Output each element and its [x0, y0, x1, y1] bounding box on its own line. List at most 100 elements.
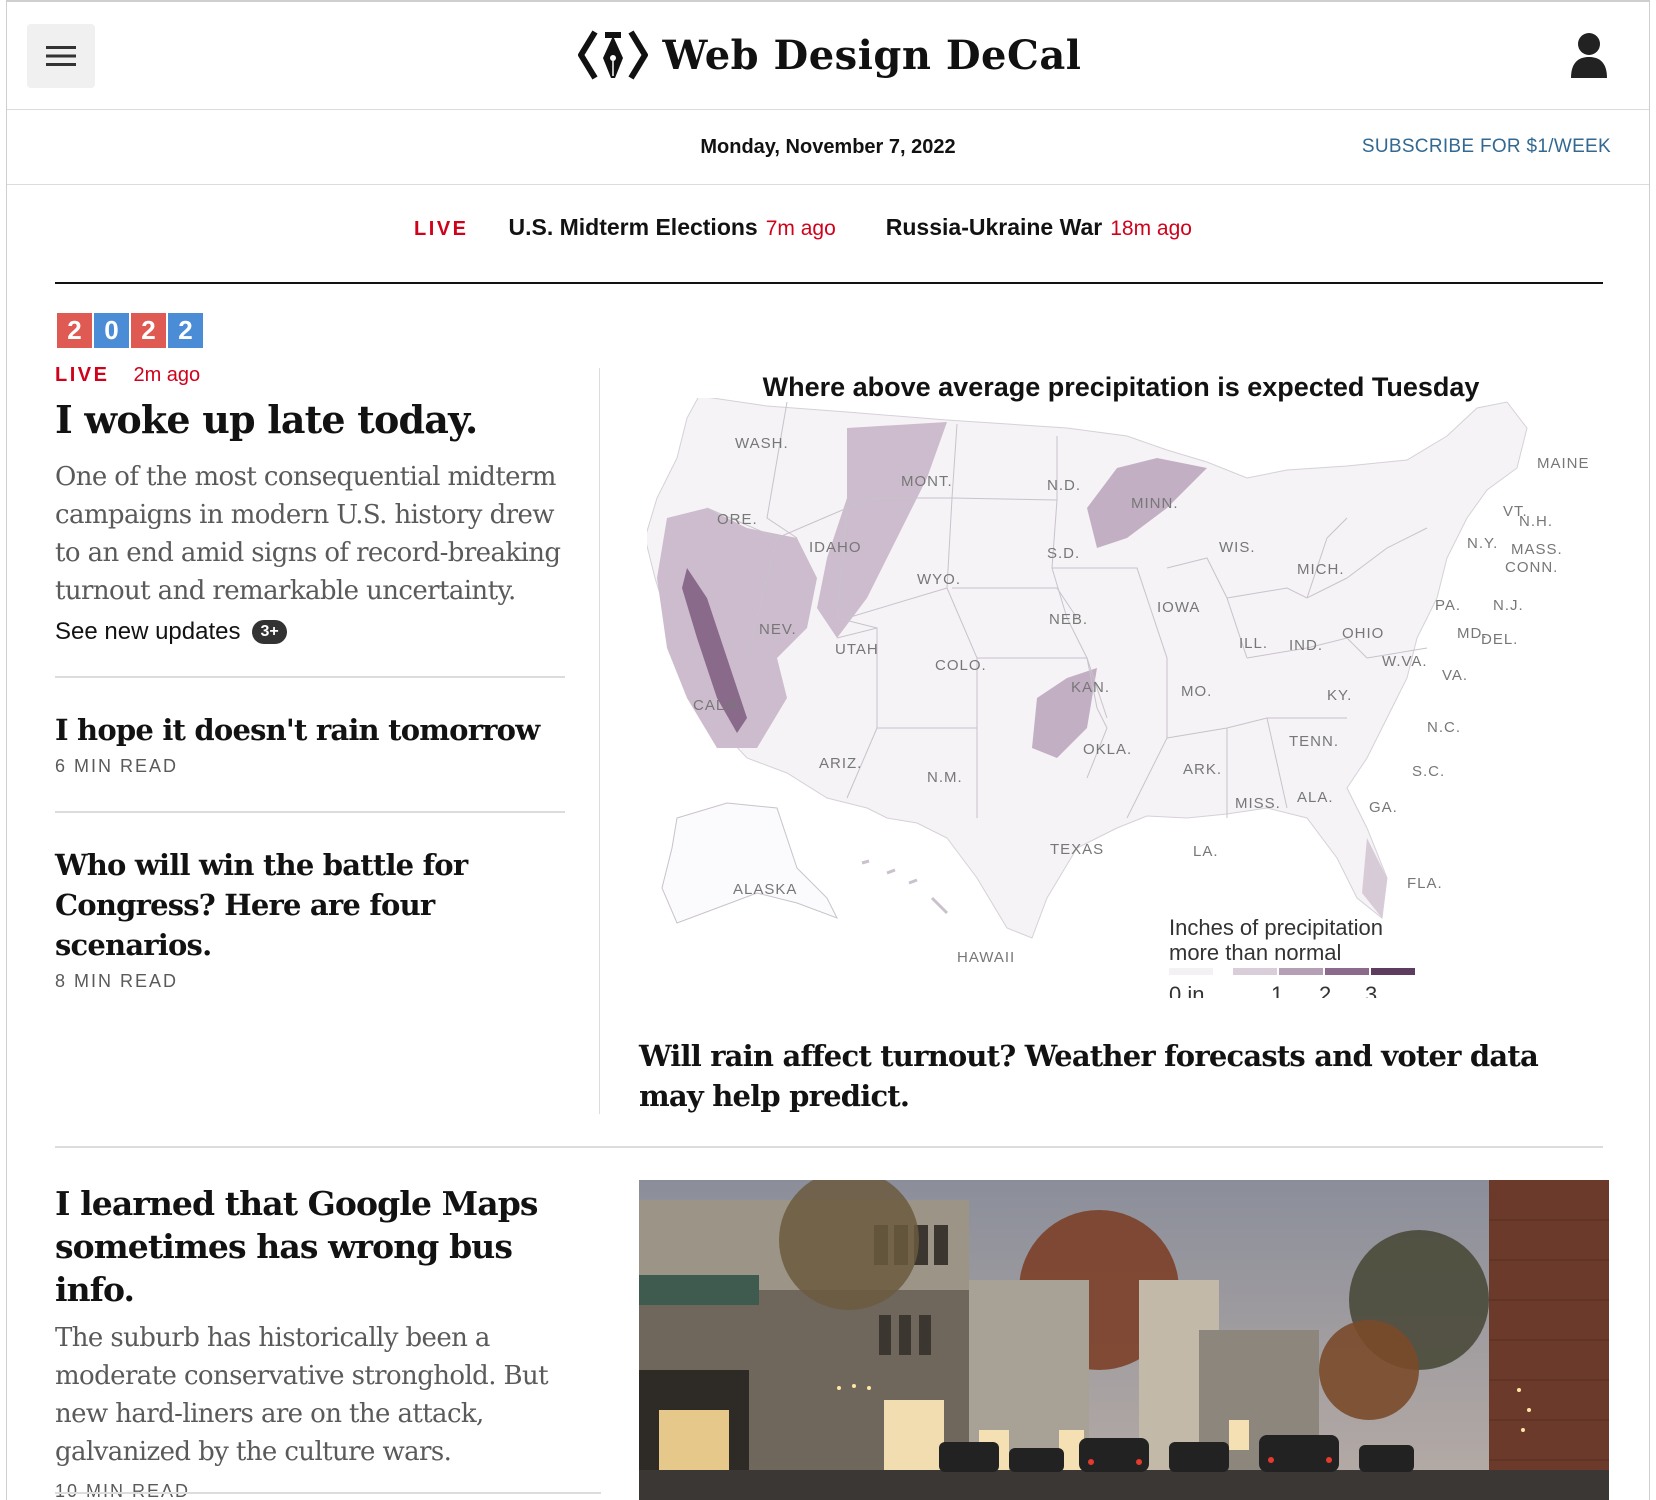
state-label: ARK.	[1183, 761, 1222, 778]
legend-swatch	[1279, 968, 1323, 975]
story-headline[interactable]: I hope it doesn't rain tomorrow	[55, 710, 575, 750]
state-label: FLA.	[1407, 875, 1443, 892]
state-label: MASS.	[1511, 541, 1563, 558]
state-label: MINN.	[1131, 495, 1179, 512]
subscribe-link[interactable]: SUBSCRIBE FOR $1/WEEK	[1362, 136, 1611, 158]
map-legend: Inches of precipitation more than normal…	[1169, 915, 1415, 998]
alaska-landmass	[661, 802, 839, 924]
legend-tick: 1	[1271, 982, 1283, 998]
section-divider	[55, 1146, 1603, 1148]
state-label: KY.	[1327, 687, 1352, 704]
town-street-dusk-photo[interactable]	[639, 1180, 1609, 1500]
story-item: Who will win the battle for Congress? He…	[55, 845, 575, 992]
live-item-russia-ukraine[interactable]: Russia-Ukraine War 18m ago	[886, 214, 1192, 241]
state-label: IOWA	[1157, 599, 1200, 616]
live-item-title: Russia-Ukraine War	[885, 214, 1103, 240]
legend-swatch	[1169, 968, 1213, 975]
lead-story-headline[interactable]: I woke up late today.	[55, 397, 575, 442]
live-item-title: U.S. Midterm Elections	[508, 214, 758, 240]
state-label: COLO.	[935, 657, 987, 674]
state-label: IDAHO	[809, 539, 862, 556]
badge-digit: 2	[130, 312, 167, 349]
state-label: IND.	[1289, 637, 1323, 654]
see-new-updates-link[interactable]: See new updates 3+	[55, 618, 575, 646]
bottom-story-summary: The suburb has historically been a moder…	[55, 1323, 549, 1467]
state-label: ORE.	[717, 511, 758, 528]
state-label: S.C.	[1412, 763, 1445, 780]
lead-story-meta: LIVE 2m ago	[55, 364, 575, 387]
state-label: N.C.	[1427, 719, 1461, 736]
state-label: WYO.	[917, 571, 961, 588]
story-item: I hope it doesn't rain tomorrow 6 MIN RE…	[55, 710, 575, 777]
state-label: UTAH	[835, 641, 879, 658]
section-divider	[55, 282, 1603, 284]
state-label: GA.	[1369, 799, 1398, 816]
state-label: ILL.	[1239, 635, 1268, 652]
state-label: TEXAS	[1050, 841, 1104, 858]
legend-title: more than normal	[1169, 940, 1341, 965]
live-item-midterms[interactable]: U.S. Midterm Elections 7m ago	[509, 214, 836, 241]
state-label: TENN.	[1289, 733, 1339, 750]
legend-tick: 2	[1319, 982, 1331, 998]
live-item-ago: 18m ago	[1110, 217, 1192, 240]
legend-tick: 3	[1365, 982, 1377, 998]
story-divider	[55, 811, 565, 813]
page-frame: Web Design DeCal Monday, November 7, 202…	[6, 0, 1650, 1500]
story-headline[interactable]: Who will win the battle for Congress? He…	[55, 845, 575, 965]
state-label: KAN.	[1071, 679, 1110, 696]
live-news-bar: LIVE U.S. Midterm Elections 7m ago Russia…	[7, 214, 1649, 241]
lead-story-ago: 2m ago	[133, 364, 201, 386]
state-label: OHIO	[1342, 625, 1384, 642]
state-label: HAWAII	[957, 949, 1015, 966]
legend-swatches	[1169, 968, 1415, 975]
state-label: OKLA.	[1083, 741, 1132, 758]
bottom-story-headline[interactable]: I learned that Google Maps sometimes has…	[55, 1182, 595, 1311]
state-label: CALIF.	[693, 697, 744, 714]
state-label: VA.	[1442, 667, 1468, 684]
left-column: LIVE 2m ago I woke up late today. One of …	[55, 364, 575, 992]
story-divider	[55, 1492, 601, 1494]
badge-digit: 2	[56, 312, 93, 349]
state-label: N.Y.	[1467, 535, 1498, 552]
map-story-headline[interactable]: Will rain affect turnout? Weather foreca…	[639, 1036, 1579, 1116]
legend-swatch	[1233, 968, 1277, 975]
legend-swatch	[1371, 968, 1415, 975]
site-logo[interactable]: Web Design DeCal	[7, 28, 1649, 82]
state-label: WIS.	[1219, 539, 1256, 556]
state-label: MAINE	[1537, 455, 1590, 472]
state-label: MONT.	[901, 473, 953, 490]
user-account-button[interactable]	[1569, 32, 1609, 80]
live-item-ago: 7m ago	[765, 217, 836, 240]
election-2022-badge[interactable]: 2 0 2 2	[56, 312, 204, 349]
masthead: Web Design DeCal	[7, 2, 1649, 110]
legend-title: Inches of precipitation	[1169, 915, 1383, 940]
state-label: ALASKA	[733, 881, 797, 898]
state-label: MO.	[1181, 683, 1212, 700]
state-label: WASH.	[735, 435, 789, 452]
state-label: ALA.	[1297, 789, 1334, 806]
hawaii-islands	[861, 859, 949, 915]
pen-nib-code-icon	[577, 30, 648, 80]
story-read-time: 6 MIN READ	[55, 756, 179, 776]
state-label: PA.	[1435, 597, 1461, 614]
legend-tick: 0 in.	[1169, 982, 1211, 998]
state-label: N.D.	[1047, 477, 1081, 494]
legend-swatch	[1325, 968, 1369, 975]
badge-digit: 2	[167, 312, 204, 349]
precipitation-map[interactable]: WASH. ORE. CALIF. IDAHO NEV. MONT. WYO. …	[647, 398, 1607, 998]
story-read-time: 10 MIN READ	[55, 1481, 191, 1500]
state-label: MICH.	[1297, 561, 1345, 578]
state-label: NEV.	[759, 621, 797, 638]
lead-story-summary: One of the most consequential midterm ca…	[55, 462, 561, 606]
column-divider	[599, 368, 600, 1114]
state-label: DEL.	[1481, 631, 1518, 648]
story-read-time: 8 MIN READ	[55, 971, 179, 991]
state-label: CONN.	[1505, 559, 1558, 576]
user-account-icon	[1571, 33, 1607, 78]
state-label: NEB.	[1049, 611, 1088, 628]
state-label: MISS.	[1235, 795, 1281, 812]
state-label: W.VA.	[1382, 653, 1428, 670]
live-label: LIVE	[414, 218, 469, 240]
live-label: LIVE	[55, 364, 110, 386]
state-label: N.M.	[927, 769, 963, 786]
